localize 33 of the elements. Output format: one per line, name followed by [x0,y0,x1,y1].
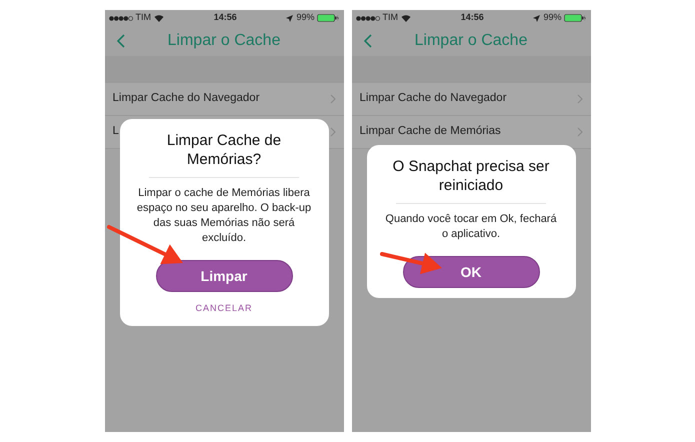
wifi-icon [401,14,411,22]
confirm-button[interactable]: OK [402,256,540,288]
chevron-icon [330,127,336,137]
settings-row[interactable]: Limpar Cache do Navegador [104,83,344,116]
cancel-button[interactable]: CANCELAR [195,302,252,316]
chevron-icon [330,94,336,104]
back-icon[interactable] [364,34,372,48]
location-arrow-icon [286,14,294,22]
location-arrow-icon [533,14,540,22]
screen-title: Limpar o Cache [414,31,528,51]
back-icon[interactable] [116,34,124,48]
settings-row[interactable]: Limpar Cache do Navegador [352,83,590,116]
battery-icon [317,14,340,22]
dialog-title: O Snapchat precisa ser reiniciado [392,157,550,195]
battery-percent: 99% [543,11,562,24]
annotation-arrow [380,252,442,274]
clock-time: 14:56 [214,11,237,24]
signal-icon [108,16,132,20]
screen-title: Limpar o Cache [168,31,280,51]
battery-percent: 99% [296,11,314,24]
signal-icon [356,16,380,20]
wifi-icon [154,14,164,22]
dialog-title: Limpar Cache de Memórias? [166,131,282,169]
battery-icon [564,14,586,22]
chevron-icon [576,127,582,137]
carrier-name: TIM [136,11,151,24]
confirm-button[interactable]: Limpar [156,260,292,292]
carrier-name: TIM [382,11,398,24]
chevron-icon [576,94,582,104]
settings-row[interactable]: Limpar Cache de Memórias [352,116,590,149]
dialog-message: Quando você tocar em Ok, fechará o aplicativo. [385,212,557,242]
clock-time: 14:56 [460,11,484,24]
dialog-message: Limpar o cache de Memórias libera espaço no seu aparelho. O back-up das suas Memórias não será excluído. [136,186,312,246]
